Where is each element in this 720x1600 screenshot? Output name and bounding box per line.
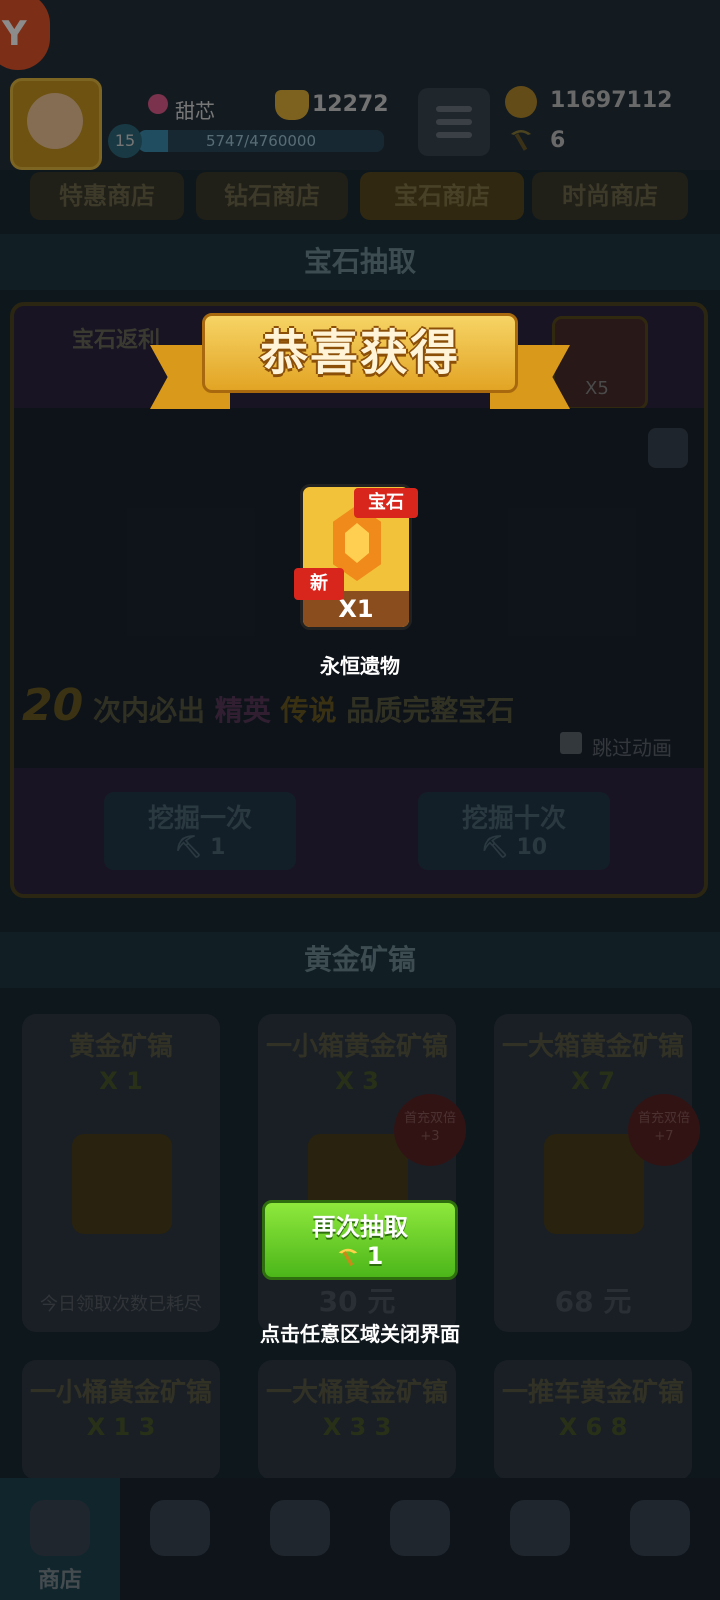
draw-again-cost: 1 — [265, 1242, 455, 1270]
close-hint: 点击任意区域关闭界面 — [260, 1322, 460, 1346]
draw-again-button[interactable]: 再次抽取 1 — [262, 1200, 458, 1280]
draw-again-label: 再次抽取 — [312, 1213, 408, 1241]
congrats-title: 恭喜获得 — [259, 325, 460, 381]
modal-overlay[interactable] — [0, 0, 720, 1600]
new-tag: 新 — [294, 568, 344, 600]
item-type-tag: 宝石 — [354, 488, 418, 518]
reward-item-name: 永恒遗物 — [320, 654, 400, 678]
pickaxe-icon — [338, 1248, 357, 1266]
congrats-banner: 恭喜获得 — [150, 305, 570, 415]
